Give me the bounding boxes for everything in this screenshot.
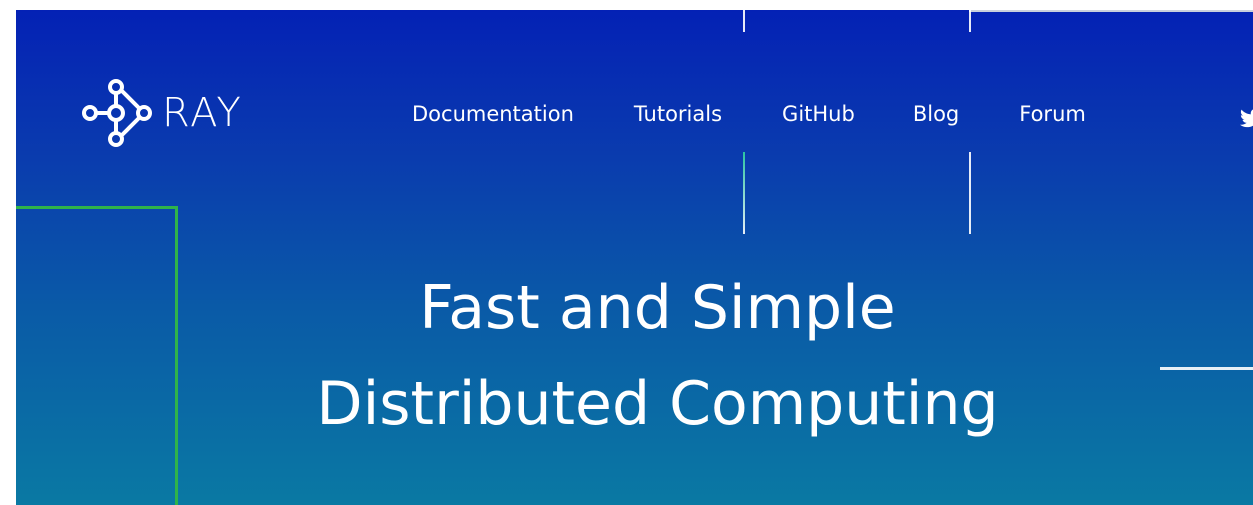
brand-logo-link[interactable]: RAY — [80, 78, 243, 148]
decor-line — [743, 152, 745, 234]
nav-link-forum[interactable]: Forum — [1019, 102, 1086, 126]
nav-link-tutorials[interactable]: Tutorials — [634, 102, 722, 126]
decor-line — [969, 152, 971, 234]
main-nav: Documentation Tutorials GitHub Blog Foru… — [412, 102, 1086, 126]
nav-link-blog[interactable]: Blog — [913, 102, 959, 126]
nav-link-github[interactable]: GitHub — [782, 102, 855, 126]
hero-section: RAY Documentation Tutorials GitHub Blog … — [16, 10, 1253, 505]
hero-title-line-1: Fast and Simple — [419, 273, 896, 343]
nav-link-documentation[interactable]: Documentation — [412, 102, 574, 126]
hero-title-line-2: Distributed Computing — [316, 369, 999, 439]
ray-logo-icon — [80, 77, 154, 149]
brand-name: RAY — [162, 90, 243, 136]
decor-line — [743, 10, 745, 32]
decor-green-frame — [16, 206, 178, 505]
twitter-icon[interactable] — [1240, 108, 1253, 132]
top-border-line — [969, 10, 1253, 12]
decor-line — [969, 10, 971, 32]
